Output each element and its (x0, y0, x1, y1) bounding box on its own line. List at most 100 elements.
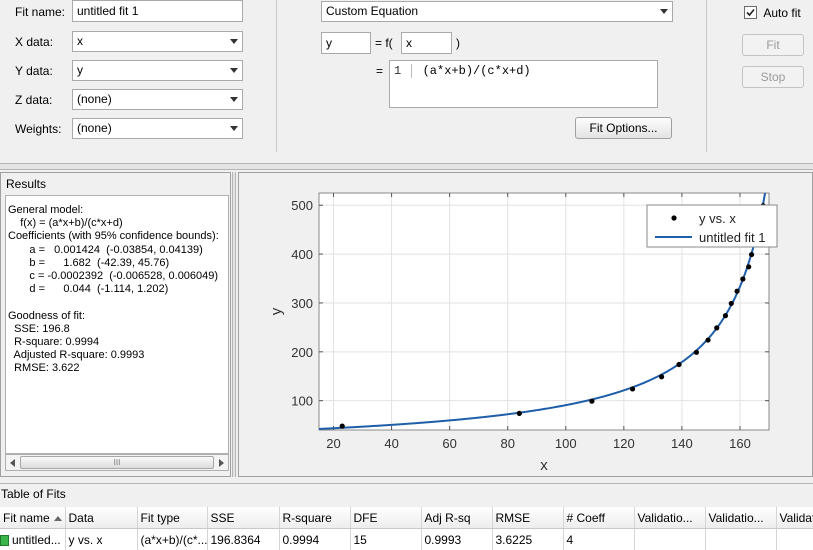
separator (706, 0, 707, 152)
column-header[interactable]: Data (65, 507, 137, 529)
function-prefix: = f( (375, 36, 393, 50)
plot-panel: 20406080100120140160100200300400500xyy v… (238, 172, 813, 477)
table-cell: 15 (350, 529, 421, 550)
table-cell: (a*x+b)/(c*... (137, 529, 207, 550)
y-tick-label: 500 (291, 198, 313, 213)
data-point[interactable] (694, 350, 699, 355)
results-textbox[interactable]: General model: f(x) = (a*x+b)/(c*x+d) Co… (5, 195, 229, 454)
fit-name-input[interactable]: untitled fit 1 (72, 0, 243, 22)
data-point[interactable] (740, 276, 745, 281)
column-header[interactable]: RMSE (492, 507, 563, 529)
auto-fit-toggle[interactable]: Auto fit (744, 5, 801, 20)
y-tick-label: 100 (291, 394, 313, 409)
y-tick-label: 200 (291, 345, 313, 360)
x-tick-label: 80 (500, 436, 514, 451)
data-point[interactable] (659, 374, 664, 379)
column-header[interactable]: DFE (350, 507, 421, 529)
legend-label-points: y vs. x (699, 211, 736, 226)
scroll-left-icon[interactable] (10, 459, 15, 467)
column-header[interactable]: Validatio... (705, 507, 776, 529)
x-tick-label: 140 (671, 436, 693, 451)
x-tick-label: 160 (729, 436, 751, 451)
legend: y vs. x untitled fit 1 (647, 205, 777, 247)
dependent-variable-input[interactable]: y (321, 32, 371, 54)
column-header[interactable]: Adj R-sq (421, 507, 492, 529)
table-header-row: Fit nameDataFit typeSSER-squareDFEAdj R-… (0, 507, 813, 529)
x-tick-label: 40 (384, 436, 398, 451)
auto-fit-label: Auto fit (763, 6, 800, 20)
fit-name-label: Fit name: (15, 5, 65, 19)
fit-plot[interactable]: 20406080100120140160100200300400500xyy v… (239, 173, 813, 478)
stop-button[interactable]: Stop (742, 66, 804, 88)
z-data-select[interactable]: (none) (72, 89, 243, 110)
fit-options-button[interactable]: Fit Options... (575, 117, 672, 139)
column-header[interactable]: SSE (207, 507, 279, 529)
data-point[interactable] (729, 301, 734, 306)
y-data-value: y (77, 63, 83, 77)
data-point[interactable] (734, 289, 739, 294)
x-data-value: x (77, 34, 83, 48)
y-data-label: Y data: (15, 64, 53, 78)
table-cell: 4 (563, 529, 634, 550)
table-cell (776, 529, 813, 550)
results-title: Results (6, 177, 46, 191)
chevron-down-icon (230, 68, 238, 73)
column-header[interactable]: Fit type (137, 507, 207, 529)
results-horizontal-scrollbar[interactable]: III (5, 454, 229, 471)
weights-select[interactable]: (none) (72, 118, 243, 139)
weights-label: Weights: (15, 122, 61, 136)
data-point[interactable] (676, 362, 681, 367)
data-point[interactable] (630, 386, 635, 391)
column-header[interactable]: Fit name (0, 507, 65, 529)
chevron-down-icon (230, 39, 238, 44)
fit-button[interactable]: Fit (742, 34, 804, 56)
scroll-right-icon[interactable] (219, 459, 224, 467)
equation-line-number: 1 (394, 64, 401, 78)
x-tick-label: 20 (326, 436, 340, 451)
legend-marker-points (671, 215, 676, 220)
results-plot-splitter[interactable] (232, 172, 236, 477)
table-cell: 196.8364 (207, 529, 279, 550)
panel-splitter[interactable] (0, 163, 813, 170)
scroll-thumb[interactable]: III (20, 456, 214, 469)
table-cell (705, 529, 776, 550)
table-cell: 3.6225 (492, 529, 563, 550)
table-row[interactable]: untitled...y vs. x(a*x+b)/(c*...196.8364… (0, 529, 813, 550)
y-axis-label: y (268, 307, 285, 315)
function-suffix: ) (456, 36, 460, 50)
separator (276, 0, 277, 152)
auto-fit-checkbox[interactable] (744, 6, 757, 19)
x-data-select[interactable]: x (72, 31, 243, 52)
data-point[interactable] (589, 399, 594, 404)
data-point[interactable] (340, 423, 345, 428)
z-data-label: Z data: (15, 93, 52, 107)
table-cell: y vs. x (65, 529, 137, 550)
data-point[interactable] (714, 325, 719, 330)
table-cell: 0.9994 (279, 529, 350, 550)
table-of-fits-panel: Table of Fits Fit nameDataFit typeSSER-s… (0, 483, 813, 550)
table-of-fits: Fit nameDataFit typeSSER-squareDFEAdj R-… (0, 507, 813, 550)
fit-status-icon (0, 535, 9, 546)
column-header[interactable]: Validat (776, 507, 813, 529)
column-header[interactable]: # Coeff (563, 507, 634, 529)
weights-value: (none) (77, 121, 112, 135)
legend-label-fit: untitled fit 1 (699, 230, 766, 245)
data-point[interactable] (746, 264, 751, 269)
data-point[interactable] (723, 313, 728, 318)
column-header[interactable]: Validatio... (634, 507, 705, 529)
data-point[interactable] (517, 411, 522, 416)
data-point[interactable] (749, 252, 754, 257)
y-data-select[interactable]: y (72, 60, 243, 81)
x-tick-label: 60 (442, 436, 456, 451)
equation-editor[interactable]: 1 (a*x+b)/(c*x+d) (389, 60, 658, 108)
fit-type-value: Custom Equation (326, 4, 418, 18)
independent-variable-input[interactable]: x (401, 32, 452, 54)
fit-type-select[interactable]: Custom Equation (321, 1, 673, 22)
column-header[interactable]: R-square (279, 507, 350, 529)
results-panel: Results General model: f(x) = (a*x+b)/(c… (0, 172, 231, 477)
chevron-down-icon (230, 97, 238, 102)
checkmark-icon (745, 7, 756, 18)
y-tick-label: 300 (291, 296, 313, 311)
z-data-value: (none) (77, 92, 112, 106)
data-point[interactable] (705, 337, 710, 342)
